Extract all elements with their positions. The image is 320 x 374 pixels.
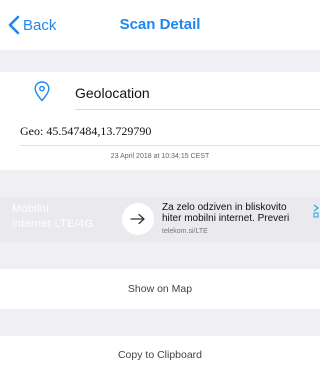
back-label: Back [23,16,57,34]
back-button[interactable]: Back [8,13,56,37]
section-spacer [0,170,320,197]
ad-url: telekom.si/LTE [162,228,208,235]
copy-to-clipboard-button[interactable]: Copy to Clipboard [0,336,320,374]
ad-image-line: Mobilni [12,203,49,215]
ad-copy-line: Za zelo odziven in bliskovito [162,202,287,213]
ad-image-line: internet LTE/4G [12,218,94,230]
ad-copy-line: hiter mobilni internet. Preveri [162,213,290,224]
geolocation-header: Geolocation [0,72,320,110]
scan-timestamp: 23 April 2018 at 10:34:15 CEST [110,153,210,160]
ad-banner[interactable]: Mobilni internet LTE/4G Za zelo odziven … [0,197,320,242]
coordinates-text: Geo: 45.547484,13.729790 [20,124,152,138]
map-pin-icon [34,81,50,102]
chevron-left-icon [8,15,20,35]
divider [20,145,320,146]
ad-choices-icon[interactable] [313,204,319,218]
show-on-map-button[interactable]: Show on Map [0,269,320,309]
ad-image-text: Mobilni internet LTE/4G [12,202,93,232]
section-spacer [0,50,320,72]
divider [75,109,320,110]
arrow-right-icon [130,213,145,225]
section-spacer [0,242,320,269]
ad-copy: Za zelo odziven in bliskovito hiter mobi… [162,202,320,224]
geolocation-label: Geolocation [75,85,150,101]
section-spacer [0,309,320,336]
ad-arrow-button[interactable] [122,203,154,235]
navigation-bar: Back Scan Detail [0,0,320,50]
